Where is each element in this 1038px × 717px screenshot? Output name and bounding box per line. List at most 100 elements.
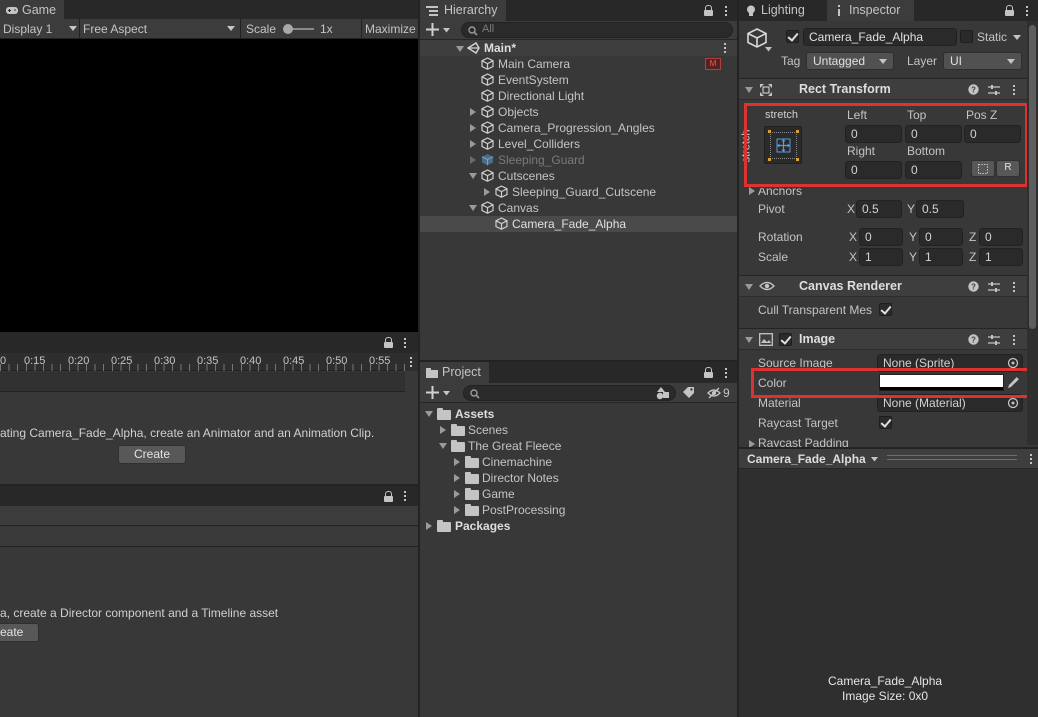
- lock-icon[interactable]: [1005, 5, 1014, 16]
- fold-open-icon[interactable]: [745, 284, 753, 290]
- more-icon[interactable]: [724, 367, 728, 379]
- inspector-scrollbar-thumb[interactable]: [1029, 25, 1036, 329]
- hierarchy-item[interactable]: Cutscenes: [420, 168, 737, 184]
- fold-closed-icon[interactable]: [454, 474, 460, 482]
- eye-hidden-icon[interactable]: [707, 387, 721, 399]
- scale-slider[interactable]: [283, 24, 314, 34]
- hierarchy-item[interactable]: Camera_Progression_Angles: [420, 120, 737, 136]
- layer-dropdown[interactable]: UI: [943, 52, 1022, 70]
- lock-icon[interactable]: [704, 5, 713, 16]
- fold-closed-icon[interactable]: [454, 506, 460, 514]
- more-icon[interactable]: [409, 356, 413, 368]
- more-icon[interactable]: [1012, 334, 1016, 346]
- lock-icon[interactable]: [384, 337, 393, 348]
- fold-open-icon[interactable]: [439, 443, 447, 449]
- hierarchy-search-input[interactable]: All: [461, 22, 733, 38]
- image-enabled-checkbox[interactable]: [779, 333, 792, 346]
- chevron-down-icon[interactable]: [871, 457, 878, 462]
- scale-x-input[interactable]: 1: [859, 248, 903, 266]
- project-tree-item[interactable]: Game: [420, 486, 737, 502]
- inspector-scrollbar[interactable]: [1027, 21, 1038, 445]
- more-icon[interactable]: [403, 490, 407, 502]
- tag-dropdown[interactable]: Untagged: [806, 52, 894, 70]
- object-picker-icon[interactable]: [1007, 397, 1019, 409]
- fold-closed-icon[interactable]: [484, 188, 490, 196]
- hierarchy-item[interactable]: Level_Colliders: [420, 136, 737, 152]
- project-tree-item[interactable]: The Great Fleece: [420, 438, 737, 454]
- rotation-x-input[interactable]: 0: [859, 228, 903, 246]
- fold-open-icon[interactable]: [745, 87, 753, 93]
- help-icon[interactable]: ?: [968, 334, 979, 345]
- hierarchy-item[interactable]: Canvas: [420, 200, 737, 216]
- fold-closed-icon[interactable]: [470, 156, 476, 164]
- add-button[interactable]: [426, 386, 454, 400]
- more-icon[interactable]: [1029, 453, 1033, 465]
- timeline-scrollbar[interactable]: [0, 372, 405, 392]
- rect-transform-header[interactable]: Rect Transform ?: [739, 78, 1038, 100]
- rotation-z-input[interactable]: 0: [979, 228, 1023, 246]
- more-icon[interactable]: [1012, 84, 1016, 96]
- project-tree-item[interactable]: Director Notes: [420, 470, 737, 486]
- tab-inspector[interactable]: Inspector: [827, 0, 915, 21]
- more-icon[interactable]: [723, 42, 727, 54]
- hierarchy-item[interactable]: Objects: [420, 104, 737, 120]
- cull-transparent-checkbox[interactable]: [879, 303, 892, 316]
- search-by-type-icon[interactable]: [656, 386, 670, 400]
- canvas-renderer-header[interactable]: Canvas Renderer ?: [739, 275, 1038, 297]
- fold-closed-icon[interactable]: [470, 140, 476, 148]
- fold-closed-icon[interactable]: [454, 458, 460, 466]
- hierarchy-item[interactable]: Sleeping_Guard_Cutscene: [420, 184, 737, 200]
- more-icon[interactable]: [1025, 5, 1029, 17]
- active-checkbox[interactable]: [786, 30, 799, 43]
- chevron-down-icon[interactable]: [1013, 35, 1021, 40]
- hierarchy-item[interactable]: Main Camera M: [420, 56, 737, 72]
- static-checkbox[interactable]: [960, 30, 973, 43]
- raycast-target-checkbox[interactable]: [879, 416, 892, 429]
- tab-game[interactable]: Game: [0, 0, 65, 21]
- fold-open-icon[interactable]: [469, 173, 477, 179]
- tab-hierarchy[interactable]: Hierarchy: [420, 0, 506, 21]
- fold-closed-icon[interactable]: [749, 187, 755, 195]
- preview-dropdown[interactable]: Camera_Fade_Alpha: [747, 452, 866, 466]
- pivot-x-input[interactable]: 0.5: [856, 200, 902, 218]
- lock-icon[interactable]: [384, 491, 393, 502]
- aspect-dropdown[interactable]: Free Aspect: [83, 22, 236, 36]
- fold-closed-icon[interactable]: [440, 426, 446, 434]
- lock-icon[interactable]: [704, 367, 713, 378]
- scale-slider-thumb[interactable]: [283, 24, 293, 34]
- rotation-y-input[interactable]: 0: [919, 228, 963, 246]
- create-director-button[interactable]: eate: [0, 623, 39, 642]
- pivot-y-input[interactable]: 0.5: [916, 200, 964, 218]
- project-tree-item[interactable]: Assets: [420, 406, 737, 422]
- fold-closed-icon[interactable]: [454, 490, 460, 498]
- fold-open-icon[interactable]: [745, 337, 753, 343]
- fold-closed-icon[interactable]: [470, 124, 476, 132]
- help-icon[interactable]: ?: [968, 84, 979, 95]
- tab-project[interactable]: Project: [420, 362, 489, 383]
- add-button[interactable]: [426, 23, 454, 37]
- hierarchy-item[interactable]: EventSystem: [420, 72, 737, 88]
- scene-row[interactable]: Main*: [420, 40, 737, 56]
- project-tree-item[interactable]: PostProcessing: [420, 502, 737, 518]
- more-icon[interactable]: [1012, 281, 1016, 293]
- preset-sliders-icon[interactable]: [988, 84, 1000, 96]
- maximize-button[interactable]: Maximize: [365, 22, 416, 36]
- object-name-input[interactable]: Camera_Fade_Alpha: [803, 28, 957, 46]
- image-header[interactable]: Image ?: [739, 328, 1038, 350]
- ruler-vscroll[interactable]: [405, 353, 418, 371]
- tab-lighting[interactable]: Lighting: [739, 0, 813, 21]
- project-tree-item[interactable]: Packages: [420, 518, 737, 534]
- fold-closed-icon[interactable]: [426, 522, 432, 530]
- fold-closed-icon[interactable]: [470, 108, 476, 116]
- scale-z-input[interactable]: 1: [979, 248, 1023, 266]
- project-search-input[interactable]: [463, 385, 676, 401]
- fold-open-icon[interactable]: [456, 46, 464, 52]
- hierarchy-item-selected[interactable]: Camera_Fade_Alpha: [420, 216, 737, 232]
- more-icon[interactable]: [724, 5, 728, 17]
- display-dropdown[interactable]: Display 1: [3, 22, 77, 36]
- hierarchy-item[interactable]: Directional Light: [420, 88, 737, 104]
- resize-handle[interactable]: [887, 455, 1017, 460]
- fold-open-icon[interactable]: [425, 411, 433, 417]
- more-icon[interactable]: [403, 337, 407, 349]
- preset-sliders-icon[interactable]: [988, 334, 1000, 346]
